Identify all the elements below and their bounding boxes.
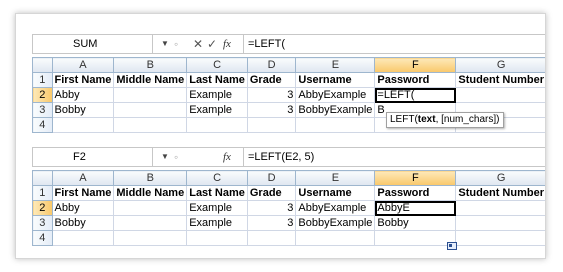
- column-header[interactable]: G: [455, 57, 545, 73]
- insert-function-icon[interactable]: fx: [223, 148, 231, 166]
- cell[interactable]: Bobby: [51, 102, 115, 118]
- cell[interactable]: Student Number: [455, 185, 545, 201]
- spreadsheet-pane-top: SUM ▼ ◦ ✕ ✓ fx =LEFT( A B C D E F G 1 Fi…: [32, 34, 545, 133]
- formula-input[interactable]: =LEFT(: [243, 35, 543, 53]
- cell[interactable]: Bobby: [51, 215, 115, 231]
- autofill-options-icon[interactable]: [447, 242, 457, 250]
- cell[interactable]: [455, 230, 545, 246]
- screenshot-frame: SUM ▼ ◦ ✕ ✓ fx =LEFT( A B C D E F G 1 Fi…: [15, 13, 546, 259]
- row-header[interactable]: 1: [32, 72, 53, 88]
- cell[interactable]: 3: [246, 200, 297, 216]
- cell[interactable]: Example: [186, 200, 248, 216]
- cell[interactable]: Abby: [51, 87, 115, 103]
- column-header[interactable]: E: [295, 170, 376, 186]
- cell[interactable]: [246, 117, 297, 133]
- cell[interactable]: Username: [295, 185, 376, 201]
- cell[interactable]: Bobby: [374, 215, 457, 231]
- cell[interactable]: [113, 215, 188, 231]
- cell[interactable]: 3: [246, 215, 297, 231]
- cell[interactable]: 3: [246, 102, 297, 118]
- column-header[interactable]: G: [455, 170, 545, 186]
- cell[interactable]: [113, 230, 188, 246]
- row-header[interactable]: 4: [32, 230, 53, 246]
- row-header[interactable]: 1: [32, 185, 53, 201]
- cell[interactable]: [246, 230, 297, 246]
- row-header[interactable]: 3: [32, 215, 53, 231]
- formula-bar: SUM ▼ ◦ ✕ ✓ fx =LEFT(: [32, 34, 545, 54]
- cell[interactable]: [295, 230, 376, 246]
- column-header[interactable]: B: [113, 170, 188, 186]
- cell[interactable]: BobbyExample: [295, 215, 376, 231]
- row-header-selected[interactable]: 2: [32, 200, 53, 216]
- column-header[interactable]: D: [246, 57, 297, 73]
- spreadsheet-pane-bottom: F2 ▼ ◦ fx =LEFT(E2, 5) A B C D E F G 1 F…: [32, 147, 545, 246]
- tooltip-arg-rest: , [num_chars]): [435, 114, 500, 125]
- select-all-corner[interactable]: [32, 57, 53, 73]
- select-all-corner[interactable]: [32, 170, 53, 186]
- cell[interactable]: [113, 117, 188, 133]
- tooltip-arg-text[interactable]: text: [418, 114, 436, 125]
- name-box[interactable]: SUM: [33, 35, 153, 53]
- cell[interactable]: [113, 200, 188, 216]
- active-cell-editing[interactable]: =LEFT(: [374, 87, 457, 103]
- cell[interactable]: [113, 87, 188, 103]
- splitter-icon[interactable]: ◦: [174, 37, 178, 51]
- cell[interactable]: Example: [186, 102, 248, 118]
- function-tooltip: LEFT(text, [num_chars]): [386, 112, 504, 128]
- cell[interactable]: [113, 102, 188, 118]
- insert-function-icon[interactable]: fx: [223, 35, 231, 53]
- row-header[interactable]: 3: [32, 102, 53, 118]
- cell[interactable]: Middle Name: [113, 72, 188, 88]
- splitter-icon[interactable]: ◦: [174, 150, 178, 164]
- cell[interactable]: Example: [186, 87, 248, 103]
- column-header[interactable]: B: [113, 57, 188, 73]
- column-header[interactable]: A: [51, 170, 115, 186]
- cell[interactable]: Password: [374, 185, 457, 201]
- cell[interactable]: Abby: [51, 200, 115, 216]
- tooltip-function-name[interactable]: LEFT(: [390, 114, 418, 125]
- cell[interactable]: [51, 230, 115, 246]
- name-box[interactable]: F2: [33, 148, 153, 166]
- cell[interactable]: AbbyExample: [295, 87, 376, 103]
- name-box-dropdown-icon[interactable]: ▼: [161, 148, 169, 166]
- cell[interactable]: Username: [295, 72, 376, 88]
- cell[interactable]: First Name: [51, 72, 115, 88]
- cell[interactable]: Example: [186, 215, 248, 231]
- column-header[interactable]: C: [186, 170, 248, 186]
- cell[interactable]: [186, 230, 248, 246]
- cell[interactable]: First Name: [51, 185, 115, 201]
- cell[interactable]: Last Name: [186, 72, 248, 88]
- row-header[interactable]: 4: [32, 117, 53, 133]
- formula-input[interactable]: =LEFT(E2, 5): [243, 148, 543, 166]
- cell[interactable]: [455, 215, 545, 231]
- column-header-selected[interactable]: F: [374, 170, 457, 186]
- cell[interactable]: Grade: [246, 72, 297, 88]
- sheet-grid: A B C D E F G 1 First Name Middle Name L…: [32, 170, 545, 246]
- cell[interactable]: [374, 230, 457, 246]
- cell[interactable]: Grade: [246, 185, 297, 201]
- cell[interactable]: AbbyExample: [295, 200, 376, 216]
- cell[interactable]: 3: [246, 87, 297, 103]
- active-cell[interactable]: AbbyE: [374, 200, 457, 216]
- cell[interactable]: Student Number: [455, 72, 545, 88]
- cell[interactable]: [455, 87, 545, 103]
- cell[interactable]: BobbyExample: [295, 102, 376, 118]
- cell[interactable]: Middle Name: [113, 185, 188, 201]
- cell[interactable]: [186, 117, 248, 133]
- row-header-selected[interactable]: 2: [32, 87, 53, 103]
- cell[interactable]: [295, 117, 376, 133]
- column-header[interactable]: E: [295, 57, 376, 73]
- cell[interactable]: Password: [374, 72, 457, 88]
- column-header-selected[interactable]: F: [374, 57, 457, 73]
- cancel-icon[interactable]: ✕: [193, 35, 203, 53]
- enter-icon[interactable]: ✓: [207, 35, 217, 53]
- column-header[interactable]: D: [246, 170, 297, 186]
- formula-bar: F2 ▼ ◦ fx =LEFT(E2, 5): [32, 147, 545, 167]
- cell[interactable]: [51, 117, 115, 133]
- cell[interactable]: [455, 200, 545, 216]
- cell[interactable]: Last Name: [186, 185, 248, 201]
- column-header[interactable]: C: [186, 57, 248, 73]
- name-box-dropdown-icon[interactable]: ▼: [161, 35, 169, 53]
- column-header[interactable]: A: [51, 57, 115, 73]
